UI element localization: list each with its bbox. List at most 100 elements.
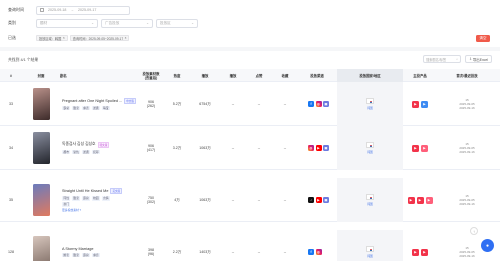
ig-channel-icon[interactable]: ◎	[308, 145, 314, 151]
product-app-icon[interactable]: ▶	[407, 196, 415, 204]
col-header-plays[interactable]: 播放	[196, 69, 214, 82]
selected-filter-row: 已选 投放区域：韩国 × 查询时间：2025-09-05~2025-09-17 …	[8, 33, 131, 43]
export-excel-button[interactable]: ⇩ 导出Excel	[465, 55, 492, 63]
tk-channel-icon[interactable]: ♪	[308, 197, 314, 203]
region-select[interactable]: 投放区 ⌄	[156, 18, 198, 28]
category-filter-label: 类别	[8, 20, 16, 25]
favorites-value: --	[283, 145, 287, 150]
materials-dedup: (96)	[147, 252, 155, 256]
drama-title[interactable]: 독종검사 김성 김성호	[62, 142, 96, 147]
col-header-heat[interactable]: 热度	[168, 69, 186, 82]
dates-cell: 15 2025-09-05 2025-09-16	[452, 230, 482, 261]
yt-channel-icon[interactable]: ▶	[315, 197, 322, 203]
heat-value: 3.2万	[172, 145, 182, 150]
genre-tag[interactable]: 校园	[91, 195, 101, 201]
product-app-icon[interactable]: ▶	[412, 248, 419, 256]
genre-tag[interactable]: 霸总	[62, 105, 71, 111]
yt-channel-icon[interactable]: ▶	[315, 145, 322, 151]
ig-channel-icon[interactable]: ◎	[315, 101, 322, 107]
col-header-dates[interactable]: 首次/最近投放	[452, 69, 482, 82]
mt-channel-icon[interactable]: ▣	[323, 101, 329, 107]
genre-tag[interactable]: 甜宠	[71, 252, 81, 258]
genre-tag[interactable]: 豪门	[62, 202, 71, 207]
product-app-icon[interactable]: ▶	[421, 248, 428, 256]
genre-tag[interactable]: 虐恋	[91, 252, 101, 258]
heat-value: 4万	[174, 197, 180, 202]
col-header-favorites[interactable]: 收藏	[276, 69, 294, 82]
fb-channel-icon[interactable]: f	[308, 101, 314, 107]
cover-image[interactable]	[32, 184, 50, 216]
chat-support-button[interactable]: ●	[481, 239, 494, 252]
genre-tag[interactable]: 婚恋	[62, 252, 71, 258]
back-to-top-button[interactable]: ↑	[470, 227, 478, 235]
product-app-icon[interactable]: ▶	[421, 144, 428, 152]
genre-tag[interactable]: 都市	[62, 149, 71, 155]
product-app-icon[interactable]: ▶	[412, 100, 419, 108]
products-cell: ▶ ▶	[408, 126, 432, 170]
plays-2-value: --	[231, 249, 235, 254]
table-search-input[interactable]: 搜索剧名/标签 ⌕	[423, 55, 462, 63]
fb-channel-icon[interactable]: f	[308, 249, 314, 255]
genre-tag[interactable]: 甜宠	[71, 195, 81, 201]
col-header-likes[interactable]: 点赞	[250, 69, 268, 82]
result-count: 共找到 4/1 个结果	[8, 58, 39, 62]
region-label[interactable]: 韩国	[367, 254, 373, 259]
region-label[interactable]: 韩国	[367, 150, 373, 155]
col-header-region[interactable]: 投放国家/地区	[337, 69, 403, 82]
genre-tag[interactable]: 虐恋	[81, 105, 91, 111]
table-row[interactable]: 128 A Stormy Marriage 婚恋 甜宠 霸总 虐恋 398 (96) 2.2万 1…	[0, 230, 500, 261]
genre-tag[interactable]: 言情	[101, 195, 110, 201]
drama-title[interactable]: Pregnant after One Night Spoiled ...	[62, 99, 122, 103]
genre-tag[interactable]: 萌宝	[101, 105, 110, 111]
selected-tag[interactable]: 查询时间：2025-09-05~2025-09-17 ×	[69, 35, 130, 41]
cover-image[interactable]	[32, 236, 50, 261]
genre-tag[interactable]: 同性	[62, 195, 71, 201]
col-header-plays-2[interactable]: 播放	[224, 69, 242, 82]
heat-value: 2.2万	[172, 249, 182, 254]
cover-image[interactable]	[32, 132, 50, 164]
genre-tag[interactable]: 甜宠	[71, 105, 81, 111]
genre-tag[interactable]: 犯罪	[91, 149, 101, 155]
mt-channel-icon[interactable]: ▣	[323, 145, 329, 151]
drama-title[interactable]: Straight Until He Kissed Me	[62, 189, 108, 193]
mt-channel-icon[interactable]: ▣	[323, 197, 329, 203]
title-cell: 독종검사 김성 김성호 韩文版 都市 复仇 逆袭 犯罪	[62, 126, 140, 170]
selected-tag[interactable]: 投放区域：韩国 ×	[36, 35, 68, 41]
product-app-icon[interactable]: ▶	[412, 144, 419, 152]
table-row[interactable]: 33 Pregnant after One Night Spoiled ... 中文…	[0, 82, 500, 126]
genre-list: 霸总 甜宠 虐恋 逆袭 萌宝	[62, 105, 110, 111]
close-icon[interactable]: ×	[125, 36, 127, 40]
table-row[interactable]: 34 독종검사 김성 김성호 韩文版 都市 复仇 逆袭 犯罪 906 (417) 3.2万 1063…	[0, 126, 500, 170]
table-row[interactable]: 35 Straight Until He Kissed Me 英文版 同性 甜宠 霸总 校园…	[0, 178, 500, 222]
more-materials-link[interactable]: 更多投放素材 7	[62, 208, 140, 212]
genre-tag[interactable]: 霸总	[81, 252, 91, 258]
date-filter-row: 查询时间 2025-09-18 → 2025-09-17	[8, 5, 130, 15]
likes-value: --	[257, 197, 261, 202]
genre-tag[interactable]: 逆袭	[91, 105, 101, 111]
materials-dedup: (262)	[146, 104, 156, 108]
genre-tag[interactable]: 复仇	[71, 149, 81, 155]
product-app-icon[interactable]: ▶	[425, 196, 433, 204]
platform-select[interactable]: 广告投放 ⌄	[101, 18, 153, 28]
title-cell: Straight Until He Kissed Me 英文版 同性 甜宠 霸总 校园 言情…	[62, 178, 140, 222]
genre-tag[interactable]: 霸总	[81, 195, 91, 201]
ig-channel-icon[interactable]: ◎	[315, 249, 322, 255]
korea-flag-icon	[366, 98, 374, 104]
date-range-picker[interactable]: 2025-09-18 → 2025-09-17	[36, 5, 130, 15]
last-date: 2025-09-16	[459, 254, 475, 259]
selected-tag-text: 投放区域：韩国	[39, 36, 62, 41]
clear-filters-button[interactable]: 清空	[476, 35, 490, 42]
genre-tag[interactable]: 逆袭	[81, 149, 91, 155]
product-app-icon[interactable]: ▶	[416, 196, 424, 204]
category-select[interactable]: 题材 ⌄	[36, 18, 98, 28]
channels-cell: ◎ ▶ ▣	[306, 126, 332, 170]
product-app-icon[interactable]: ▶	[421, 100, 428, 108]
region-label[interactable]: 韩国	[367, 106, 373, 111]
chevron-down-icon: ⌄	[146, 21, 149, 25]
drama-title[interactable]: A Stormy Marriage	[62, 247, 93, 251]
close-icon[interactable]: ×	[63, 36, 65, 40]
cover-image[interactable]	[32, 88, 50, 120]
col-header-materials[interactable]: 投放素材数 (去重后)	[142, 69, 160, 82]
region-label[interactable]: 韩国	[367, 202, 373, 207]
korea-flag-icon	[366, 194, 374, 200]
